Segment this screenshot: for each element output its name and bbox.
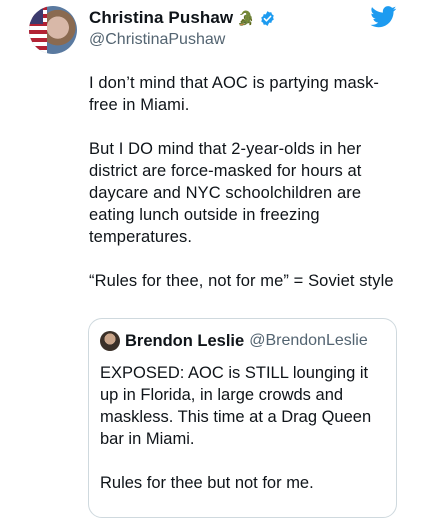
tweet-paragraph: I don’t mind that AOC is partying mask-f…	[89, 74, 380, 114]
flag-icon	[29, 6, 47, 54]
author-display-name[interactable]: Christina Pushaw	[89, 8, 233, 28]
quoted-author-handle[interactable]: @BrendonLeslie	[249, 332, 368, 350]
alligator-emoji-icon: 🐊	[237, 10, 255, 26]
quoted-tweet-paragraph: Rules for thee but not for me.	[100, 474, 314, 492]
author-name-row: Christina Pushaw 🐊	[89, 8, 276, 28]
twitter-bird-icon	[370, 6, 397, 28]
quoted-author-avatar[interactable]	[100, 331, 120, 351]
quoted-tweet-card[interactable]: Brendon Leslie @BrendonLeslie EXPOSED: A…	[88, 318, 397, 518]
quoted-tweet-text: EXPOSED: AOC is STILL lounging it up in …	[100, 362, 390, 516]
tweet: Christina Pushaw 🐊 @ChristinaPushaw I do…	[0, 0, 427, 518]
quoted-author-display-name[interactable]: Brendon Leslie	[125, 332, 244, 351]
tweet-paragraph: “Rules for thee, not for me” = Soviet st…	[89, 272, 394, 290]
quoted-tweet-header: Brendon Leslie @BrendonLeslie	[100, 331, 368, 351]
tweet-text: I don’t mind that AOC is partying mask-f…	[89, 72, 407, 292]
quoted-tweet-paragraph: EXPOSED: AOC is STILL lounging it up in …	[100, 364, 372, 448]
verified-badge-icon	[260, 10, 274, 26]
tweet-paragraph: But I DO mind that 2-year-olds in her di…	[89, 140, 362, 246]
author-handle[interactable]: @ChristinaPushaw	[89, 31, 225, 49]
author-avatar[interactable]	[29, 6, 77, 54]
